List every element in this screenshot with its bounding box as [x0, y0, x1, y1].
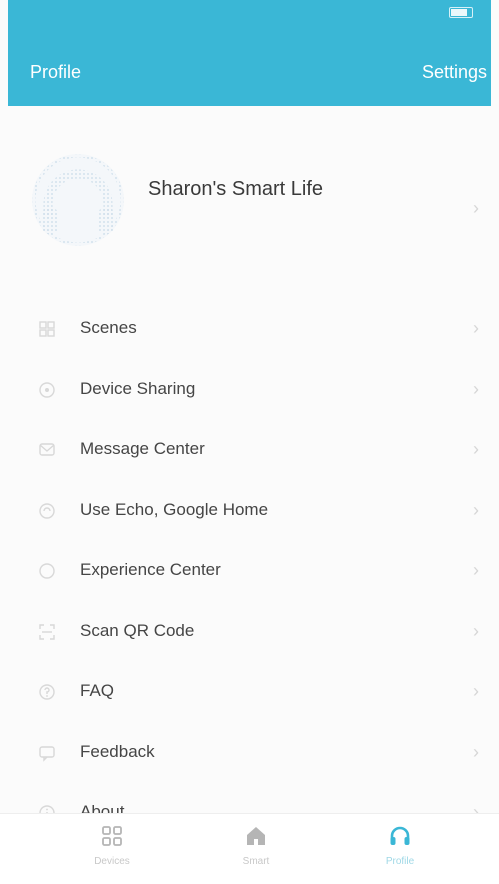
tab-smart[interactable]: Smart — [216, 824, 296, 880]
bottom-tab-bar: Devices Smart Profile — [0, 813, 499, 884]
profile-card[interactable]: Sharon's Smart Life › — [0, 140, 499, 270]
scan-qr-icon — [39, 623, 55, 640]
tab-profile[interactable]: Profile — [360, 824, 440, 880]
experience-center-icon — [39, 563, 55, 579]
menu-item-label: Scan QR Code — [80, 620, 195, 640]
menu-item-echo-google-home[interactable]: Use Echo, Google Home › — [0, 482, 499, 543]
chevron-right-icon: › — [473, 439, 479, 459]
menu-item-label: Feedback — [80, 741, 155, 761]
device-sharing-icon — [39, 381, 55, 398]
scenes-icon — [39, 321, 55, 337]
chevron-right-icon: › — [473, 318, 479, 338]
feedback-icon — [39, 745, 55, 762]
chevron-right-icon: › — [473, 741, 479, 762]
menu-item-scenes[interactable]: Scenes › — [0, 300, 499, 361]
top-bar: Profile Settings — [8, 0, 491, 106]
settings-button[interactable]: Settings — [422, 62, 487, 83]
home-icon — [247, 827, 265, 845]
tab-devices[interactable]: Devices — [72, 824, 152, 880]
headphones-avatar-icon — [32, 154, 124, 246]
profile-screen: Profile Settings Sharon's Smart Life › S… — [0, 0, 499, 884]
menu-item-experience-center[interactable]: Experience Center › — [0, 542, 499, 603]
faq-icon — [39, 684, 55, 700]
tab-label: Smart — [242, 856, 270, 867]
menu-item-message-center[interactable]: Message Center › — [0, 421, 499, 482]
chevron-right-icon: › — [473, 499, 479, 520]
menu-item-faq[interactable]: FAQ › — [0, 663, 499, 724]
menu-item-label: Scenes — [80, 318, 137, 337]
menu-item-device-sharing[interactable]: Device Sharing › — [0, 361, 499, 422]
headphones-icon — [390, 826, 410, 845]
menu-item-label: FAQ — [80, 681, 115, 700]
tab-label: Profile — [385, 856, 415, 867]
tab-label: Devices — [94, 856, 130, 867]
menu-item-feedback[interactable]: Feedback › — [0, 724, 499, 785]
page-title: Profile — [30, 62, 82, 82]
echo-google-home-icon — [39, 502, 55, 519]
message-center-icon — [39, 443, 55, 456]
status-bar — [8, 6, 491, 20]
chevron-right-icon: › — [473, 198, 479, 218]
menu-item-label: Message Center — [80, 439, 205, 458]
menu-item-label: Experience Center — [80, 560, 221, 579]
battery-icon — [449, 7, 473, 18]
profile-name: Sharon's Smart Life — [148, 178, 324, 200]
profile-menu-list: Scenes › Device Sharing › Message Center… — [0, 300, 499, 845]
chevron-right-icon: › — [473, 620, 479, 641]
chevron-right-icon: › — [473, 378, 479, 399]
chevron-right-icon: › — [473, 681, 479, 701]
menu-item-label: Device Sharing — [80, 378, 196, 398]
menu-item-scan-qr-code[interactable]: Scan QR Code › — [0, 603, 499, 664]
menu-item-label: Use Echo, Google Home — [80, 499, 269, 519]
chevron-right-icon: › — [473, 560, 479, 580]
grid-icon — [102, 826, 122, 846]
